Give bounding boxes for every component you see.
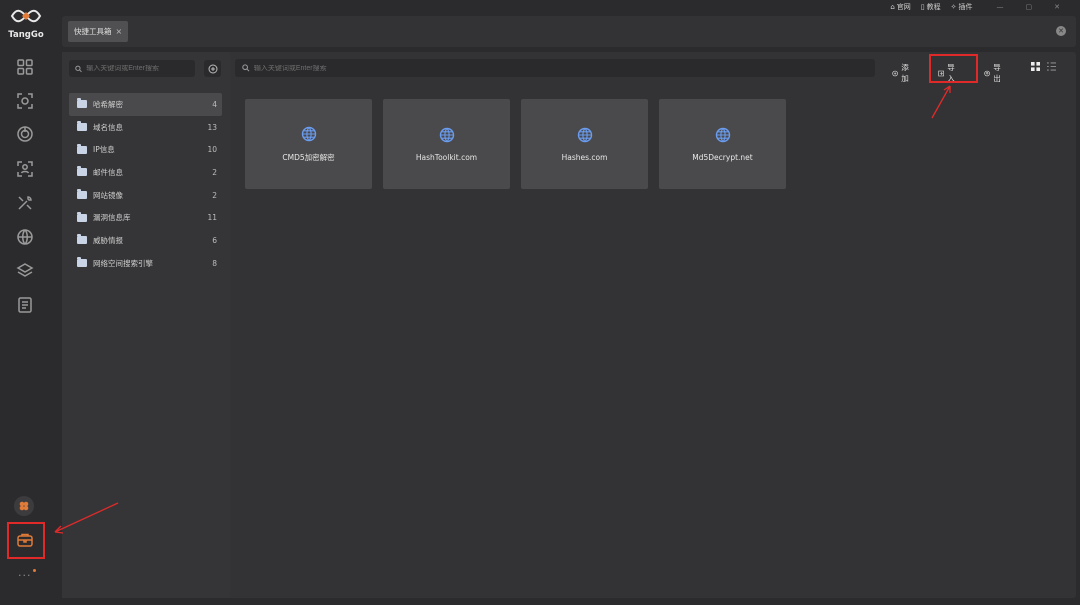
scan-icon[interactable] xyxy=(15,91,35,111)
plus-circle-icon xyxy=(208,64,217,73)
folder-icon xyxy=(77,257,87,268)
category-search-input[interactable] xyxy=(86,65,195,72)
tool-card[interactable]: HashToolkit.com xyxy=(383,99,510,189)
notification-dot xyxy=(33,569,36,572)
tools-icon[interactable] xyxy=(15,193,35,213)
import-highlight xyxy=(929,54,978,83)
folder-icon xyxy=(77,211,87,222)
list-view-icon[interactable] xyxy=(1047,62,1056,73)
export-icon xyxy=(984,70,990,76)
target-icon[interactable] xyxy=(15,124,35,144)
folder-icon xyxy=(77,166,87,177)
category-item[interactable]: 域名信息 13 xyxy=(69,116,222,139)
folder-icon xyxy=(77,189,87,200)
category-search[interactable] xyxy=(69,60,195,77)
layers-icon[interactable] xyxy=(15,261,35,281)
tab-quick-toolbox[interactable]: 快捷工具箱 × xyxy=(68,21,129,42)
more-icon[interactable]: ··· xyxy=(18,569,32,582)
category-item[interactable]: 网站镜像 2 xyxy=(69,184,222,207)
add-button[interactable]: 添加 xyxy=(892,62,912,84)
main-panel: 哈希解密4 域名信息13 IP信息10 邮件信息2 网站镜像2 漏洞信息库11 … xyxy=(62,52,1076,598)
maximize-button[interactable]: ▢ xyxy=(1026,3,1033,11)
tab-bar: 快捷工具箱 × ✕ xyxy=(62,16,1076,47)
left-rail: TangGo ··· xyxy=(0,0,50,605)
minimize-button[interactable]: — xyxy=(997,3,1004,11)
category-item[interactable]: 邮件信息 2 xyxy=(69,161,222,184)
logo-mark-icon xyxy=(10,9,42,23)
plugin-icon[interactable] xyxy=(14,496,34,516)
tutorial-link[interactable]: ▯ 教程 xyxy=(921,2,941,12)
folder-icon xyxy=(77,143,87,154)
close-all-tabs-icon[interactable]: ✕ xyxy=(1056,26,1066,36)
website-link[interactable]: ⌂ 官网 xyxy=(890,2,910,12)
tool-cards: CMD5加密解密 HashToolkit.com Hashes.com Md5D… xyxy=(245,99,786,189)
tools-content: 添加 导入 导出 CMD5加密解密 xyxy=(230,52,1076,598)
category-item[interactable]: 威胁情报 6 xyxy=(69,229,222,252)
globe-icon xyxy=(439,127,454,142)
category-sidebar: 哈希解密4 域名信息13 IP信息10 邮件信息2 网站镜像2 漏洞信息库11 … xyxy=(62,52,230,598)
folder-icon xyxy=(77,121,87,132)
folder-icon xyxy=(77,234,87,245)
category-item[interactable]: 漏洞信息库 11 xyxy=(69,206,222,229)
home-icon: ⌂ xyxy=(890,2,895,11)
plugin-link[interactable]: ✧ 插件 xyxy=(951,2,973,12)
tool-card[interactable]: CMD5加密解密 xyxy=(245,99,372,189)
logo-text: TangGo xyxy=(8,30,44,40)
globe-grid-icon[interactable] xyxy=(15,227,35,247)
globe-icon xyxy=(301,126,316,141)
tool-card[interactable]: Hashes.com xyxy=(521,99,648,189)
category-item[interactable]: IP信息 10 xyxy=(69,138,222,161)
dashboard-icon[interactable] xyxy=(15,57,35,77)
folder-icon xyxy=(77,98,87,109)
app-logo: TangGo xyxy=(8,8,44,40)
category-list: 哈希解密 4 域名信息 13 IP信息 10 邮件信息 2 网站镜像 2 漏洞信息库 11 … xyxy=(69,93,222,275)
tool-search[interactable] xyxy=(235,59,875,77)
add-category-button[interactable] xyxy=(204,60,221,77)
tool-search-input[interactable] xyxy=(253,64,875,72)
toolbox-icon[interactable] xyxy=(15,530,35,550)
person-scan-icon[interactable] xyxy=(15,159,35,179)
tab-close-icon[interactable]: × xyxy=(116,27,123,36)
globe-icon xyxy=(715,127,730,142)
puzzle-icon: ✧ xyxy=(950,2,957,11)
category-item[interactable]: 哈希解密 4 xyxy=(69,93,222,116)
search-icon xyxy=(242,64,250,72)
export-button[interactable]: 导出 xyxy=(984,62,1004,84)
grid-view-icon[interactable] xyxy=(1031,62,1040,73)
close-window-button[interactable]: ✕ xyxy=(1054,3,1060,11)
category-item[interactable]: 网络空间搜索引擎 8 xyxy=(69,252,222,275)
plus-circle-icon xyxy=(892,70,898,76)
tool-card[interactable]: Md5Decrypt.net xyxy=(659,99,786,189)
notes-icon[interactable] xyxy=(15,295,35,315)
tab-label: 快捷工具箱 xyxy=(74,27,112,36)
search-icon xyxy=(75,65,82,72)
book-icon: ▯ xyxy=(920,2,925,11)
top-links: ⌂ 官网 ▯ 教程 ✧ 插件 — ▢ ✕ xyxy=(890,0,1060,13)
globe-icon xyxy=(577,127,592,142)
